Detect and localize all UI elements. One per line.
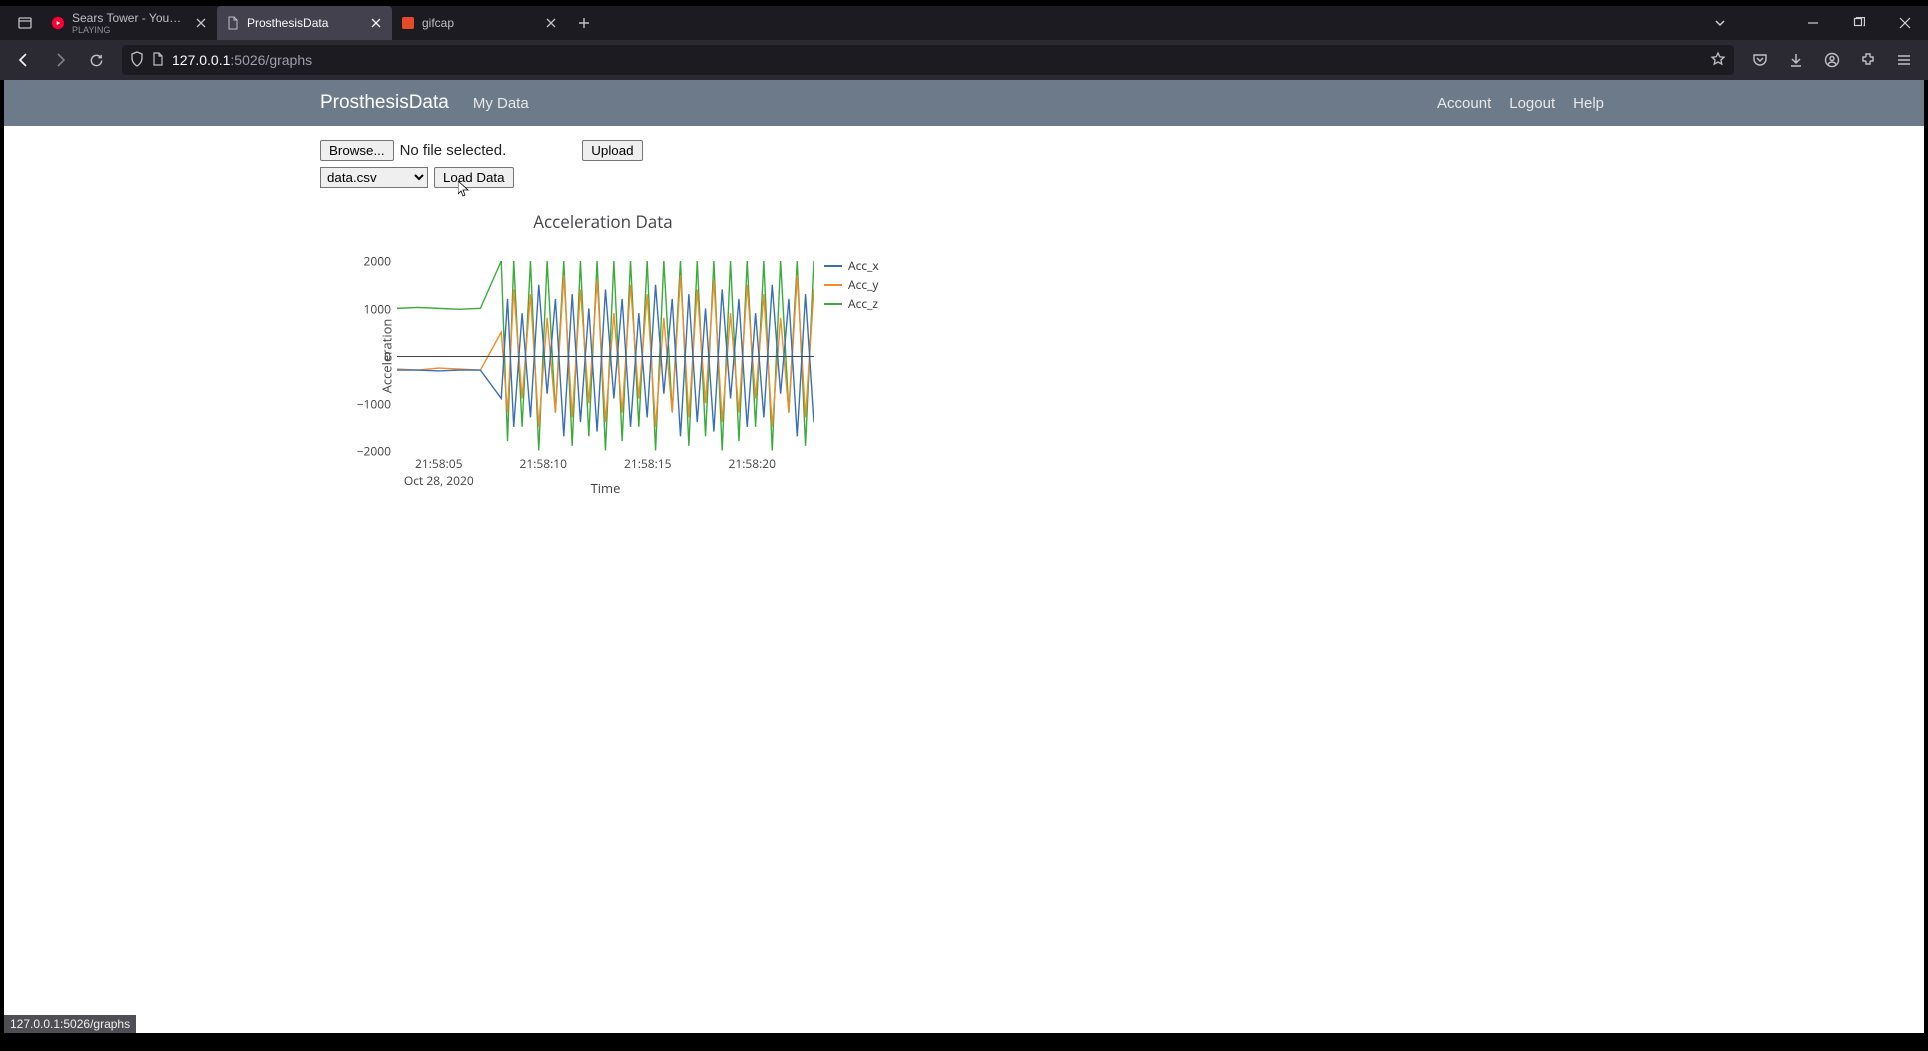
legend-item: Acc_x	[824, 257, 879, 274]
brand[interactable]: ProsthesisData	[320, 92, 449, 114]
page-body: Browse... No file selected. Upload data.…	[4, 126, 1924, 529]
chart-xlabel: Time	[591, 479, 621, 497]
nav-help[interactable]: Help	[1573, 95, 1604, 112]
app-navbar: ProsthesisData My Data Account Logout He…	[4, 80, 1924, 126]
tab-subtitle: PLAYING	[72, 25, 187, 35]
downloads-button[interactable]	[1780, 44, 1812, 76]
maximize-button[interactable]	[1836, 6, 1882, 40]
legend-item: Acc_y	[824, 276, 879, 293]
new-tab-button[interactable]	[567, 6, 601, 40]
minimize-button[interactable]	[1790, 6, 1836, 40]
legend-item: Acc_z	[824, 295, 879, 312]
file-select[interactable]: data.csv	[320, 167, 428, 188]
forward-button[interactable]	[44, 44, 76, 76]
close-icon[interactable]	[193, 15, 209, 31]
tab-title: Sears Tower - YouTube Music	[72, 11, 187, 25]
recent-tabs-button[interactable]	[8, 6, 42, 40]
chart-title: Acceleration Data	[332, 210, 874, 233]
nav-my-data[interactable]: My Data	[473, 95, 529, 112]
close-window-button[interactable]	[1882, 6, 1928, 40]
account-button[interactable]	[1816, 44, 1848, 76]
extensions-button[interactable]	[1852, 44, 1884, 76]
close-icon[interactable]	[543, 15, 559, 31]
reload-button[interactable]	[80, 44, 112, 76]
status-bar: 127.0.0.1:5026/graphs	[4, 1015, 136, 1033]
legend-swatch	[824, 303, 842, 305]
file-status-text: No file selected.	[400, 142, 507, 159]
chart-plot-area[interactable]: Acceleration Time −2000−100001000200021:…	[396, 261, 814, 451]
bookmark-icon[interactable]	[1710, 51, 1726, 70]
back-button[interactable]	[8, 44, 40, 76]
url-text: 127.0.0.1:5026/graphs	[172, 52, 1702, 68]
save-pocket-button[interactable]	[1744, 44, 1776, 76]
chart-legend: Acc_x Acc_y Acc_z	[824, 257, 879, 314]
app-menu-button[interactable]	[1888, 44, 1920, 76]
site-info-icon[interactable]	[152, 52, 164, 69]
nav-toolbar: 127.0.0.1:5026/graphs	[0, 40, 1928, 80]
upload-button[interactable]: Upload	[582, 140, 642, 161]
nav-logout[interactable]: Logout	[1509, 95, 1555, 112]
youtube-music-icon	[50, 15, 66, 31]
tab-title: ProsthesisData	[247, 16, 362, 30]
tab-youtube-music[interactable]: Sears Tower - YouTube Music PLAYING	[42, 6, 217, 40]
tab-prosthesisdata[interactable]: ProsthesisData	[217, 6, 392, 40]
gifcap-icon	[400, 15, 416, 31]
window-controls	[1690, 6, 1928, 40]
close-icon[interactable]	[368, 15, 384, 31]
page-viewport: ProsthesisData My Data Account Logout He…	[4, 80, 1924, 1033]
tab-gifcap[interactable]: gifcap	[392, 6, 567, 40]
tab-title: gifcap	[422, 16, 537, 30]
shield-icon[interactable]	[130, 51, 144, 70]
legend-swatch	[824, 265, 842, 267]
chart-card: Acceleration Data Acceleration Time −200…	[320, 194, 886, 529]
legend-swatch	[824, 284, 842, 286]
tab-strip: Sears Tower - YouTube Music PLAYING Pros…	[0, 6, 1928, 40]
load-data-button[interactable]: Load Data	[434, 167, 514, 188]
browse-button[interactable]: Browse...	[320, 140, 394, 161]
nav-account[interactable]: Account	[1437, 95, 1491, 112]
url-bar[interactable]: 127.0.0.1:5026/graphs	[122, 45, 1734, 75]
tabs-dropdown-button[interactable]	[1690, 6, 1750, 40]
page-icon	[225, 15, 241, 31]
